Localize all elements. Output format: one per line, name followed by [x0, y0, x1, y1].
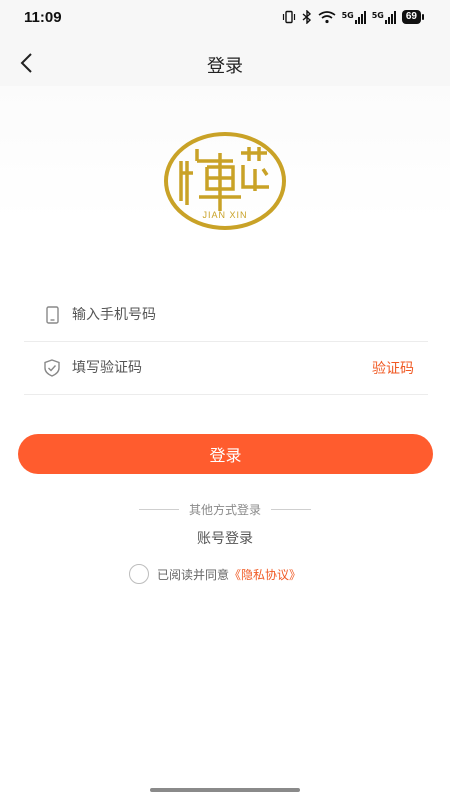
- other-methods-label: 其他方式登录: [188, 502, 261, 517]
- code-field-row: 验证码: [24, 342, 428, 395]
- login-button[interactable]: 登录: [18, 434, 433, 474]
- privacy-policy-link[interactable]: 《隐私协议》: [229, 566, 301, 583]
- status-icons: 5G 5G 69: [282, 10, 424, 24]
- divider: [271, 508, 311, 510]
- page-title: 登录: [207, 56, 243, 77]
- home-indicator[interactable]: [150, 788, 300, 792]
- signal-icon: 5G: [341, 10, 366, 24]
- account-login-link[interactable]: 账号登录: [0, 528, 450, 548]
- code-input[interactable]: [72, 360, 372, 376]
- phone-icon: [46, 306, 59, 324]
- phone-field-row: [24, 289, 428, 342]
- logo: JIAN XIN: [163, 131, 287, 231]
- other-methods-row: 其他方式登录: [0, 501, 450, 517]
- bluetooth-icon: [302, 10, 311, 24]
- wifi-icon: [318, 11, 336, 24]
- phone-input[interactable]: [72, 307, 428, 323]
- agreement-row: 已阅读并同意 《隐私协议》: [129, 564, 301, 584]
- status-time: 11:09: [24, 9, 62, 26]
- network-label: 5G: [341, 10, 354, 20]
- jianxin-logo-icon: JIAN XIN: [164, 132, 286, 230]
- vibrate-icon: [282, 10, 295, 24]
- battery-icon: 69: [401, 10, 424, 24]
- agreement-text: 已阅读并同意: [157, 567, 230, 582]
- shield-check-icon: [44, 359, 60, 377]
- battery-level: 69: [401, 10, 421, 24]
- agreement-checkbox[interactable]: [129, 564, 149, 584]
- network-label: 5G: [371, 10, 384, 20]
- nav-bar: 登录: [0, 40, 450, 86]
- divider: [138, 508, 179, 510]
- get-code-button[interactable]: 验证码: [372, 358, 414, 378]
- signal-icon: 5G: [371, 10, 396, 24]
- logo-text: JIAN XIN: [202, 210, 247, 220]
- status-bar: 11:09 5G 5G 69: [0, 0, 450, 40]
